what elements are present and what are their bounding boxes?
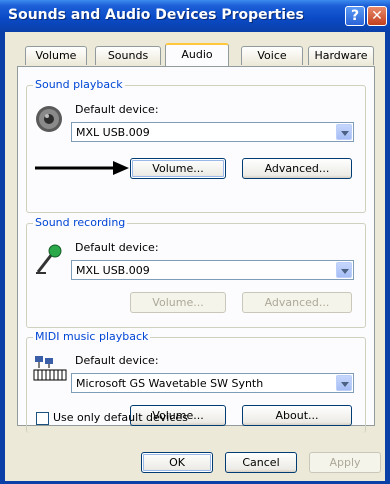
midi-device-dropdown[interactable]: Microsoft GS Wavetable SW Synth (71, 373, 354, 393)
recording-advanced-button: Advanced... (242, 292, 352, 313)
chevron-down-icon[interactable] (336, 375, 352, 391)
microphone-icon (36, 244, 62, 274)
tab-hardware[interactable]: Hardware (308, 46, 374, 65)
window-title: Sounds and Audio Devices Properties (8, 7, 304, 23)
playback-advanced-button[interactable]: Advanced... (242, 158, 352, 179)
tab-voice[interactable]: Voice (241, 46, 303, 65)
speaker-icon (36, 106, 62, 132)
dialog-body: Volume Sounds Audio Voice Hardware Sound… (5, 32, 385, 481)
chevron-down-icon[interactable] (336, 262, 352, 278)
audio-tab-panel: Sound playback Default device: MXL USB.0… (17, 66, 375, 433)
playback-device-label: Default device: (75, 103, 159, 116)
midi-playback-label: MIDI music playback (33, 330, 151, 343)
chevron-down-icon[interactable] (336, 124, 352, 140)
use-default-devices-label: Use only default devices (53, 411, 188, 424)
sound-recording-label: Sound recording (33, 216, 128, 229)
tab-sounds[interactable]: Sounds (95, 46, 161, 65)
dialog-window: Sounds and Audio Devices Properties ? ✕ … (0, 0, 390, 484)
recording-device-dropdown[interactable]: MXL USB.009 (71, 260, 354, 280)
use-default-devices-checkbox[interactable] (36, 412, 49, 425)
sound-playback-label: Sound playback (33, 78, 125, 91)
ok-button[interactable]: OK (141, 452, 213, 473)
midi-device-value: Microsoft GS Wavetable SW Synth (76, 377, 264, 390)
recording-device-value: MXL USB.009 (76, 264, 150, 277)
recording-device-label: Default device: (75, 241, 159, 254)
sound-recording-group: Sound recording Default device: MXL USB.… (26, 216, 366, 328)
sound-playback-group: Sound playback Default device: MXL USB.0… (26, 78, 366, 213)
close-button[interactable]: ✕ (367, 6, 387, 26)
tab-volume[interactable]: Volume (25, 46, 87, 65)
playback-volume-button[interactable]: Volume... (130, 158, 226, 179)
recording-volume-button: Volume... (130, 292, 226, 313)
help-button[interactable]: ? (345, 6, 365, 26)
cancel-button[interactable]: Cancel (225, 452, 297, 473)
playback-device-value: MXL USB.009 (76, 126, 150, 139)
arrow-pointer-icon (35, 161, 129, 175)
midi-device-label: Default device: (75, 354, 159, 367)
midi-keyboard-icon (33, 356, 67, 381)
tab-audio[interactable]: Audio (165, 43, 229, 66)
midi-about-button[interactable]: About... (242, 405, 352, 426)
title-bar[interactable]: Sounds and Audio Devices Properties ? ✕ (0, 0, 390, 32)
playback-device-dropdown[interactable]: MXL USB.009 (71, 122, 354, 142)
apply-button: Apply (309, 452, 381, 473)
